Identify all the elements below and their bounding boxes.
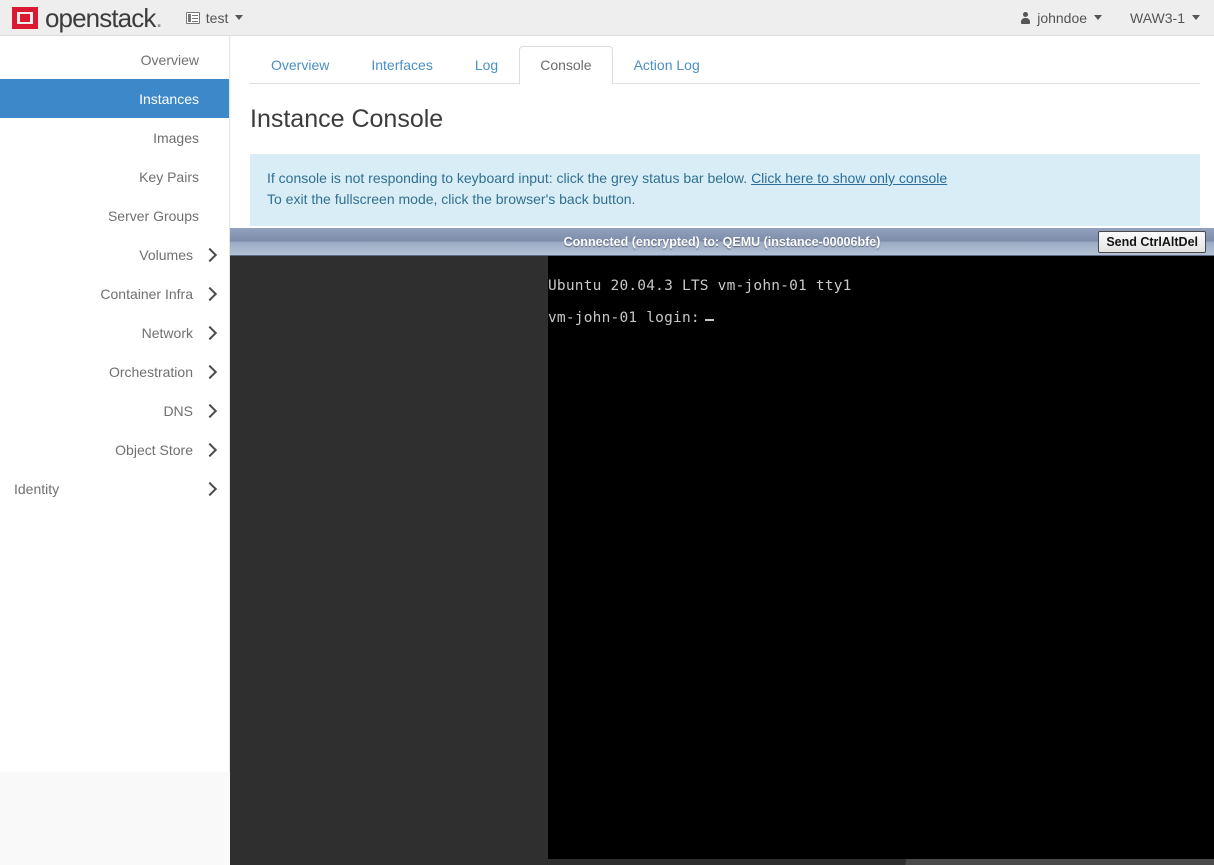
chevron-right-icon [202, 247, 218, 262]
user-icon [1021, 11, 1031, 24]
region-menu-label: WAW3-1 [1130, 9, 1185, 26]
sidebar-item-dns[interactable]: DNS [0, 391, 229, 430]
sidebar-item-identity[interactable]: Identity [0, 469, 229, 508]
sidebar-item-server-groups[interactable]: Server Groups [0, 196, 229, 235]
tab-overview[interactable]: Overview [250, 46, 350, 85]
sidebar-item-network[interactable]: Network [0, 313, 229, 352]
vnc-canvas-container: Ubuntu 20.04.3 LTS vm-john-01 tty1 vm-jo… [230, 256, 1214, 865]
brand-dot: . [155, 2, 162, 33]
user-menu-label: johndoe [1037, 9, 1088, 26]
sidebar-item-orchestration[interactable]: Orchestration [0, 352, 229, 391]
show-only-console-link[interactable]: Click here to show only console [751, 170, 947, 186]
sidebar-item-list: Overview Instances Images Key Pairs Server G… [0, 36, 229, 508]
brand-name: openstack [45, 2, 156, 33]
project-selector[interactable]: test [185, 9, 244, 26]
chevron-right-icon [202, 325, 218, 340]
project-selector-label: test [205, 9, 229, 26]
sidebar-item-object-store[interactable]: Object Store [0, 430, 229, 469]
brand-wordmark: openstack. [45, 2, 163, 33]
sidebar-item-label: Container Infra [100, 285, 193, 302]
sidebar-item-instances[interactable]: Instances [0, 79, 229, 118]
sidebar-item-label: DNS [163, 402, 193, 419]
chevron-right-icon [202, 364, 218, 379]
sidebar-item-volumes[interactable]: Volumes [0, 235, 229, 274]
tab-log[interactable]: Log [454, 46, 519, 85]
top-navbar: openstack. test johndoe WAW3-1 [0, 0, 1214, 36]
terminal-login-text: vm-john-01 login: [548, 310, 700, 326]
terminal-login-prompt: vm-john-01 login: [548, 310, 1214, 326]
chevron-right-icon [202, 403, 218, 418]
user-menu[interactable]: johndoe [1021, 9, 1103, 26]
sidebar-item-label: Images [153, 129, 199, 146]
alert-line-2: To exit the fullscreen mode, click the b… [267, 191, 636, 207]
sidebar-item-label: Orchestration [108, 363, 193, 380]
tab-action-log[interactable]: Action Log [613, 46, 721, 85]
tab-interfaces[interactable]: Interfaces [350, 46, 453, 85]
region-menu[interactable]: WAW3-1 [1130, 10, 1200, 26]
instance-detail-tabs: Overview Interfaces Log Console Action Log [231, 36, 1214, 85]
chevron-right-icon [202, 442, 218, 457]
project-list-icon [185, 11, 200, 24]
openstack-mark-icon [12, 6, 38, 29]
chevron-down-icon [235, 15, 244, 20]
sidebar-item-overview[interactable]: Overview [0, 40, 229, 79]
sidebar-item-label: Network [141, 324, 193, 341]
alert-line-1-text: If console is not responding to keyboard… [267, 170, 752, 186]
chevron-down-icon [1192, 15, 1200, 20]
terminal-cursor [704, 319, 714, 321]
sidebar-item-label: Object Store [115, 441, 193, 458]
tab-console[interactable]: Console [519, 46, 613, 85]
send-ctrl-alt-del-button[interactable]: Send CtrlAltDel [1098, 231, 1206, 253]
sidebar-item-images[interactable]: Images [0, 118, 229, 157]
sidebar-item-label: Instances [139, 90, 199, 107]
page-title: Instance Console [250, 105, 444, 133]
sidebar-item-label: Server Groups [107, 207, 199, 224]
openstack-logo[interactable]: openstack. [12, 0, 163, 36]
sidebar-item-key-pairs[interactable]: Key Pairs [0, 157, 229, 196]
sidebar-navigation: Overview Instances Images Key Pairs Server G… [0, 36, 230, 772]
navbar-right-group: johndoe WAW3-1 [993, 10, 1200, 26]
sidebar-item-container-infra[interactable]: Container Infra [0, 274, 229, 313]
sidebar-item-label: Volumes [139, 246, 193, 263]
vnc-terminal-canvas[interactable]: Ubuntu 20.04.3 LTS vm-john-01 tty1 vm-jo… [548, 256, 1214, 859]
chevron-down-icon [1094, 15, 1103, 20]
sidebar-item-label: Identity [14, 480, 60, 497]
chevron-right-icon [202, 286, 218, 301]
alert-line-1: If console is not responding to keyboard… [267, 168, 1184, 189]
terminal-line: Ubuntu 20.04.3 LTS vm-john-01 tty1 [548, 278, 852, 294]
main-content: Overview Interfaces Log Console Action Log I… [230, 36, 1214, 865]
sidebar-item-label: Key Pairs [139, 168, 199, 185]
chevron-right-icon [202, 481, 218, 496]
sidebar-item-label: Overview [140, 51, 199, 68]
vnc-console-panel: Connected (encrypted) to: QEMU (instance… [230, 228, 1214, 865]
vnc-connection-status: Connected (encrypted) to: QEMU (instance… [563, 234, 881, 249]
vnc-status-bar[interactable]: Connected (encrypted) to: QEMU (instance… [230, 228, 1214, 256]
console-info-alert: If console is not responding to keyboard… [250, 154, 1200, 226]
